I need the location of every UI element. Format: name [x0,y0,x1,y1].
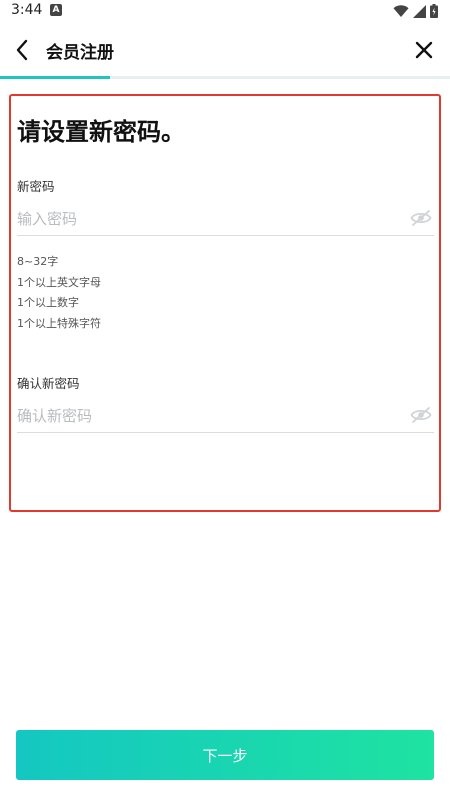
battery-icon [430,4,438,18]
next-button[interactable]: 下一步 [16,730,434,780]
new-password-input[interactable] [17,207,397,231]
status-indicators [393,3,438,19]
password-rules: 8~32字 1个以上英文字母 1个以上数字 1个以上特殊字符 [17,252,101,334]
status-bar: 3:44 A [0,0,450,22]
password-rule-number: 1个以上数字 [17,296,79,309]
confirm-password-input[interactable] [17,404,397,428]
new-password-visibility-toggle[interactable] [408,207,434,229]
password-rule-special: 1个以上特殊字符 [17,316,101,330]
form-title: 请设置新密码。 [17,118,185,146]
status-time: 3:44 [11,2,43,18]
confirm-password-label: 确认新密码 [17,376,80,391]
page-title: 会员注册 [46,43,114,63]
new-password-label: 新密码 [17,179,55,194]
confirm-password-field [17,402,434,433]
wifi-icon [393,5,409,17]
close-icon [415,41,433,59]
signal-icon [413,4,426,18]
new-password-field [17,205,434,236]
close-button[interactable] [408,34,440,66]
notification-app-icon: A [50,4,62,16]
registration-progress-bar [0,76,450,79]
eye-off-icon [410,407,432,423]
app-bar: 会员注册 [0,28,450,72]
chevron-left-icon [16,39,28,61]
eye-off-icon [410,210,432,226]
progress-fill [0,76,111,79]
back-button[interactable] [8,34,36,66]
confirm-password-visibility-toggle[interactable] [408,404,434,426]
password-rule-length: 8~32字 [17,255,59,268]
password-rule-letter: 1个以上英文字母 [17,275,101,289]
